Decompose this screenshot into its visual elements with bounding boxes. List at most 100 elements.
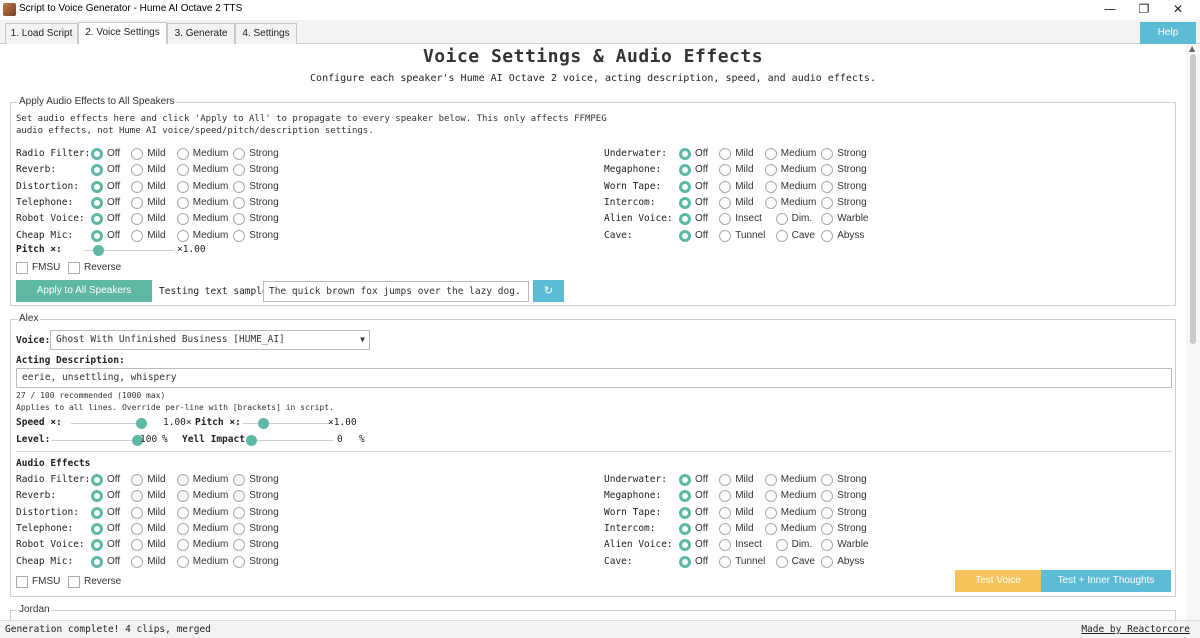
speaker-effect-radio[interactable] [91,474,103,486]
speaker-fmsu-checkbox[interactable] [16,576,28,588]
apply-effect-radio[interactable] [821,180,834,193]
apply-effect-radio[interactable] [719,164,732,177]
maximize-button[interactable]: ❐ [1126,0,1162,20]
apply-effect-radio[interactable] [176,229,189,242]
yell-impact-slider[interactable] [246,435,257,446]
tab-generate[interactable]: 3. Generate [167,23,235,44]
speaker-effect-radio[interactable] [91,490,103,503]
speaker-effect-radio[interactable] [176,490,189,503]
speaker-effect-radio[interactable] [679,474,691,486]
apply-effect-radio[interactable] [821,229,834,242]
help-button[interactable]: Help [1140,22,1196,44]
apply-effect-radio[interactable] [131,213,144,226]
apply-effect-radio[interactable] [131,196,144,209]
apply-effect-radio[interactable] [233,180,246,193]
refresh-sample-button[interactable]: ↻ [533,280,564,302]
speaker-effect-radio[interactable] [233,474,246,486]
speaker-effect-radio[interactable] [91,539,103,552]
apply-effect-radio[interactable] [764,164,777,177]
apply-fmsu-checkbox[interactable] [16,262,28,274]
apply-effect-radio[interactable] [719,229,732,242]
vertical-scrollbar[interactable]: ▲ [1186,44,1200,620]
apply-effect-radio[interactable] [775,213,788,226]
made-by-link[interactable]: Made by Reactorcore [1081,624,1190,635]
speaker-effect-radio[interactable] [719,490,732,503]
apply-effect-radio[interactable] [176,180,189,193]
apply-effect-radio[interactable] [775,229,788,242]
close-button[interactable]: ✕ [1160,0,1196,20]
apply-effect-radio[interactable] [679,164,691,177]
speaker-effect-radio[interactable] [719,555,732,568]
speaker-effect-radio[interactable] [679,506,691,519]
apply-effect-radio[interactable] [176,196,189,209]
apply-effect-radio[interactable] [131,180,144,193]
apply-effect-radio[interactable] [91,229,103,242]
apply-effect-radio[interactable] [131,148,144,160]
speaker-effect-radio[interactable] [679,490,691,503]
apply-effect-radio[interactable] [764,180,777,193]
speaker-effect-radio[interactable] [233,555,246,568]
speaker-effect-radio[interactable] [821,490,834,503]
speaker-effect-radio[interactable] [821,539,834,552]
apply-effect-radio[interactable] [233,164,246,177]
speaker-effect-radio[interactable] [233,522,246,535]
apply-effect-radio[interactable] [679,229,691,242]
test-voice-button[interactable]: Test Voice [955,570,1041,592]
speaker-effect-radio[interactable] [91,506,103,519]
speaker-effect-radio[interactable] [679,539,691,552]
apply-effect-radio[interactable] [821,164,834,177]
apply-effect-radio[interactable] [719,148,732,160]
speaker-effect-radio[interactable] [233,490,246,503]
speaker-effect-radio[interactable] [821,522,834,535]
speaker-effect-radio[interactable] [176,506,189,519]
speaker-effect-radio[interactable] [91,555,103,568]
apply-effect-radio[interactable] [679,213,691,226]
apply-effect-radio[interactable] [233,196,246,209]
speaker-effect-radio[interactable] [821,474,834,486]
speaker-effect-radio[interactable] [775,539,788,552]
speaker-effect-radio[interactable] [764,506,777,519]
speaker-effect-radio[interactable] [775,555,788,568]
speaker-effect-radio[interactable] [176,522,189,535]
minimize-button[interactable]: — [1092,0,1128,20]
apply-effect-radio[interactable] [91,213,103,226]
speaker-effect-radio[interactable] [131,490,144,503]
apply-effect-radio[interactable] [719,213,732,226]
speaker-effect-radio[interactable] [131,539,144,552]
tab-settings[interactable]: 4. Settings [235,23,297,44]
speed-slider[interactable] [136,418,147,429]
speaker-effect-radio[interactable] [764,474,777,486]
apply-effect-radio[interactable] [233,213,246,226]
apply-effect-radio[interactable] [131,229,144,242]
acting-description-input[interactable]: eerie, unsettling, whispery [16,368,1172,388]
scrollbar-thumb[interactable] [1190,54,1196,344]
speaker-effect-radio[interactable] [91,522,103,535]
speaker-effect-radio[interactable] [131,506,144,519]
apply-effect-radio[interactable] [91,148,103,160]
speaker-effect-radio[interactable] [764,522,777,535]
speaker-effect-radio[interactable] [176,474,189,486]
apply-effect-radio[interactable] [821,196,834,209]
apply-effect-radio[interactable] [91,164,103,177]
speaker-effect-radio[interactable] [131,555,144,568]
speaker-effect-radio[interactable] [764,490,777,503]
apply-reverse-checkbox[interactable] [68,262,80,274]
apply-effect-radio[interactable] [233,148,246,160]
speaker-effect-radio[interactable] [821,555,834,568]
test-inner-thoughts-button[interactable]: Test + Inner Thoughts [1041,570,1171,592]
apply-effect-radio[interactable] [719,196,732,209]
apply-effect-radio[interactable] [176,213,189,226]
speaker-effect-radio[interactable] [131,522,144,535]
speaker-effect-radio[interactable] [719,506,732,519]
apply-effect-radio[interactable] [91,196,103,209]
speaker-effect-radio[interactable] [233,539,246,552]
speaker-effect-radio[interactable] [176,555,189,568]
apply-effect-radio[interactable] [821,148,834,160]
apply-effect-radio[interactable] [176,164,189,177]
speaker-effect-radio[interactable] [176,539,189,552]
apply-effect-radio[interactable] [764,196,777,209]
tab-voice-settings[interactable]: 2. Voice Settings [78,22,167,44]
speaker-effect-radio[interactable] [679,522,691,535]
apply-effect-radio[interactable] [233,229,246,242]
apply-pitch-slider[interactable] [92,245,104,256]
